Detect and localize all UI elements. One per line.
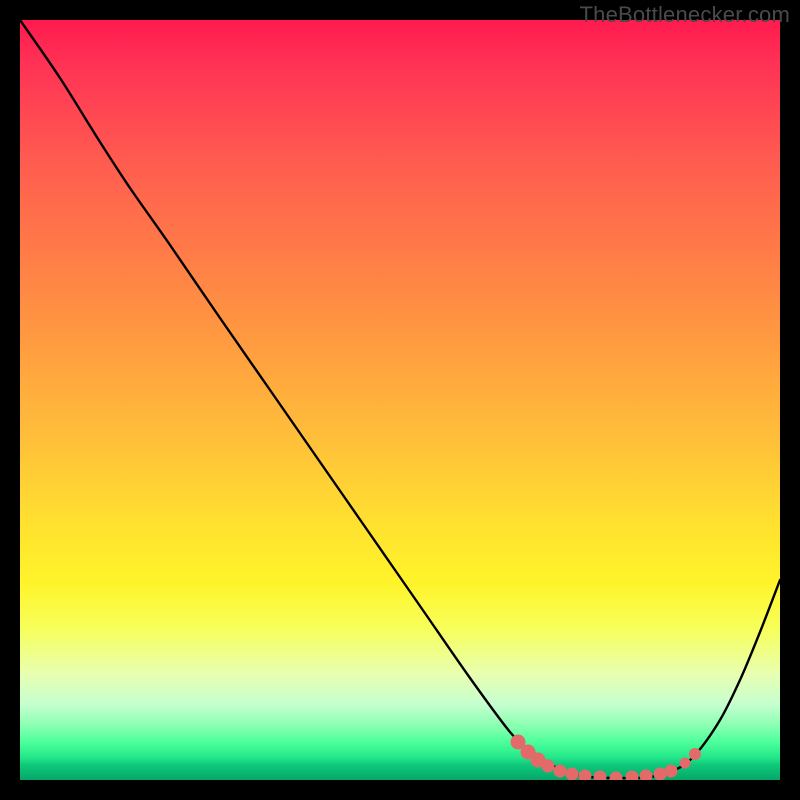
highlight-dot	[665, 765, 678, 778]
highlight-dot	[610, 772, 623, 781]
curve-svg	[20, 20, 780, 780]
plot-area	[20, 20, 780, 780]
highlight-dot	[579, 770, 592, 781]
highlight-dot	[689, 748, 701, 760]
watermark-text: TheBottlenecker.com	[580, 2, 790, 28]
highlight-dot	[680, 758, 691, 769]
bottleneck-curve	[20, 20, 780, 778]
highlight-dot	[566, 768, 579, 781]
highlight-dot	[594, 771, 607, 781]
highlight-dot	[554, 765, 567, 778]
highlight-dots-group	[511, 735, 702, 781]
highlight-dot	[654, 768, 667, 781]
highlight-dot	[542, 760, 555, 773]
highlight-dot	[626, 771, 639, 781]
chart-frame: TheBottlenecker.com	[0, 0, 800, 800]
highlight-dot	[640, 770, 653, 781]
